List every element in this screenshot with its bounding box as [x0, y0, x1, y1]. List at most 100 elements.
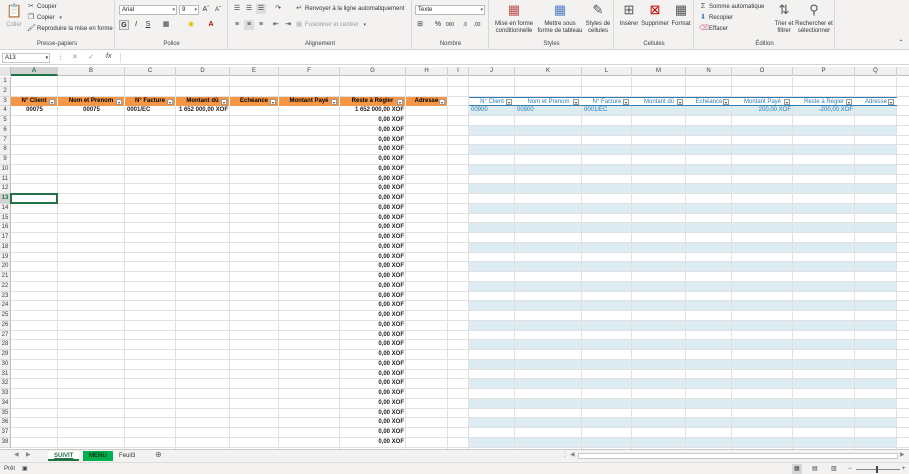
scroll-right-icon[interactable]: ▶	[900, 451, 905, 458]
decrease-indent-icon[interactable]: ⇤	[271, 20, 281, 30]
zoom-thumb[interactable]	[876, 466, 878, 473]
column-header-d[interactable]: D	[176, 67, 230, 76]
reste-a-regler-cell[interactable]: 0,00 XOF	[340, 418, 406, 428]
column-header-m[interactable]: M	[632, 67, 686, 76]
normal-view-icon[interactable]: ▦	[792, 464, 802, 474]
column-header-k[interactable]: K	[515, 67, 582, 76]
reste-a-regler-cell[interactable]: 0,00 XOF	[340, 360, 406, 370]
formula-input[interactable]	[120, 53, 906, 63]
align-top-icon[interactable]: ☰	[232, 4, 242, 14]
row-header-16[interactable]: 16	[0, 223, 11, 233]
row-header-20[interactable]: 20	[0, 262, 11, 272]
column-header-e[interactable]: E	[230, 67, 279, 76]
selected-cell[interactable]	[10, 193, 58, 204]
right-table-cell[interactable]: 00900	[515, 106, 582, 116]
fill-button[interactable]: ⬇ Recopier	[699, 14, 733, 22]
font-color-icon[interactable]: A	[206, 20, 216, 30]
row-header-9[interactable]: 9	[0, 155, 11, 165]
row-header-3[interactable]: 3	[0, 96, 11, 107]
function-icon[interactable]: fx	[106, 53, 111, 60]
left-table-cell[interactable]: 00075	[11, 106, 58, 116]
reste-a-regler-cell[interactable]: 0,00 XOF	[340, 184, 406, 194]
right-table-cell[interactable]: 0001/EC	[582, 106, 632, 116]
row-header-8[interactable]: 8	[0, 145, 11, 155]
left-table-header[interactable]: Nom et Prenom	[58, 96, 125, 107]
macro-record-icon[interactable]: ▣	[22, 464, 28, 474]
row-header-1[interactable]: 1	[0, 77, 11, 87]
filter-dropdown-icon[interactable]: ▾	[49, 98, 55, 105]
column-header-o[interactable]: O	[732, 67, 793, 76]
scroll-left-icon[interactable]: ◀	[570, 451, 575, 458]
row-header-7[interactable]: 7	[0, 135, 11, 146]
row-header-5[interactable]: 5	[0, 116, 11, 126]
right-table-cell[interactable]: 200,00 XOF	[732, 106, 793, 116]
borders-icon[interactable]: ▦	[161, 20, 171, 30]
reste-a-regler-cell[interactable]: 0,00 XOF	[340, 331, 406, 341]
row-header-30[interactable]: 30	[0, 359, 11, 370]
decrease-decimal-icon[interactable]: .00	[472, 20, 482, 30]
reste-a-regler-cell[interactable]: 0,00 XOF	[340, 370, 406, 380]
reste-a-regler-cell[interactable]: 0,00 XOF	[340, 126, 406, 136]
row-header-6[interactable]: 6	[0, 125, 11, 136]
reste-a-regler-cell[interactable]: 0,00 XOF	[340, 350, 406, 360]
filter-dropdown-icon[interactable]: ▾	[723, 98, 729, 105]
delete-button[interactable]: ⊠ Supprimer	[641, 2, 669, 28]
row-header-24[interactable]: 24	[0, 301, 11, 311]
right-table-cell[interactable]: -200,00 XOF	[793, 106, 855, 116]
filter-dropdown-icon[interactable]: ▾	[846, 98, 852, 105]
align-right-icon[interactable]: ≡	[256, 20, 266, 30]
reste-a-regler-cell[interactable]: 0,00 XOF	[340, 438, 406, 448]
cancel-icon[interactable]: ✕	[72, 53, 78, 61]
format-button[interactable]: ▦ Format	[669, 2, 693, 28]
reste-a-regler-cell[interactable]: 0,00 XOF	[340, 136, 406, 146]
column-header-p[interactable]: P	[793, 67, 855, 76]
reste-a-regler-cell[interactable]: 0,00 XOF	[340, 282, 406, 292]
filter-dropdown-icon[interactable]: ▾	[573, 98, 579, 105]
left-table-cell[interactable]	[406, 106, 448, 116]
reste-a-regler-cell[interactable]: 0,00 XOF	[340, 399, 406, 409]
reste-a-regler-cell[interactable]: 0,00 XOF	[340, 204, 406, 214]
name-box[interactable]: A13 ▾	[2, 53, 50, 63]
horizontal-scrollbar[interactable]	[578, 453, 898, 459]
column-header-a[interactable]: A	[11, 67, 58, 76]
row-header-4[interactable]: 4	[0, 106, 11, 116]
collapse-ribbon-icon[interactable]: ⌃	[896, 38, 906, 48]
page-break-icon[interactable]: ▥	[831, 464, 837, 474]
decrease-font-icon[interactable]: Aˇ	[213, 5, 223, 15]
merge-center-button[interactable]: ▣ Fusionner et centrer ▾	[295, 21, 369, 29]
sort-filter-button[interactable]: ⇅ Trier et filtrer	[773, 2, 795, 35]
page-layout-icon[interactable]: ▤	[812, 464, 818, 474]
row-header-34[interactable]: 34	[0, 398, 11, 409]
insert-button[interactable]: ⊞ Insérer	[618, 2, 640, 28]
zoom-slider[interactable]	[856, 466, 900, 473]
increase-font-icon[interactable]: Aˆ	[201, 5, 211, 15]
filter-dropdown-icon[interactable]: ▾	[506, 98, 512, 105]
row-header-19[interactable]: 19	[0, 252, 11, 263]
reste-a-regler-cell[interactable]: 0,00 XOF	[340, 321, 406, 331]
row-header-25[interactable]: 25	[0, 311, 11, 321]
column-header-g[interactable]: G	[340, 67, 406, 76]
row-header-14[interactable]: 14	[0, 203, 11, 214]
conditional-formatting-button[interactable]: ▦ Mise en forme conditionnelle	[492, 2, 536, 35]
right-table-cell[interactable]: 00900	[469, 106, 515, 116]
prev-sheet-icon[interactable]: ◀	[14, 451, 19, 458]
right-table-cell[interactable]	[686, 106, 732, 116]
reste-a-regler-cell[interactable]: 0,00 XOF	[340, 311, 406, 321]
cut-button[interactable]: ✂ Couper	[27, 3, 57, 11]
cell-styles-button[interactable]: ✎ Styles de cellules	[584, 2, 612, 35]
column-header-h[interactable]: H	[406, 67, 448, 76]
sheet-tab-suivit[interactable]: SUIVIT	[48, 451, 80, 461]
reste-a-regler-cell[interactable]: 0,00 XOF	[340, 194, 406, 204]
accounting-icon[interactable]: ⊞	[415, 20, 425, 30]
increase-decimal-icon[interactable]: .0	[460, 20, 470, 30]
tab-split-icon[interactable]: ⋮	[562, 451, 568, 458]
column-header-j[interactable]: J	[469, 67, 515, 76]
format-painter-button[interactable]: 🖌 Reproduire la mise en forme	[27, 25, 113, 33]
reste-a-regler-cell[interactable]: 0,00 XOF	[340, 428, 406, 438]
column-header-i[interactable]: I	[448, 67, 469, 76]
filter-dropdown-icon[interactable]: ▾	[167, 98, 173, 105]
row-header-29[interactable]: 29	[0, 350, 11, 360]
increase-indent-icon[interactable]: ⇥	[283, 20, 293, 30]
column-header-q[interactable]: Q	[855, 67, 897, 76]
row-header-37[interactable]: 37	[0, 428, 11, 438]
